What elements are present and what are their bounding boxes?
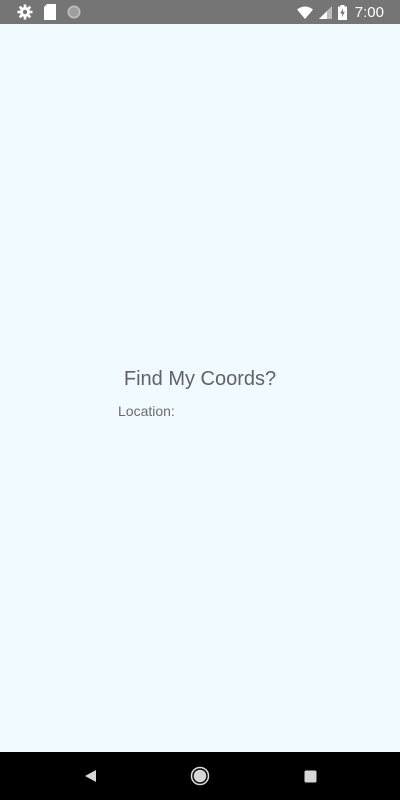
status-right-icons: 7:00 xyxy=(296,0,384,24)
sd-card-icon xyxy=(44,4,56,20)
location-label: Location: xyxy=(118,403,175,419)
recents-icon xyxy=(304,770,317,783)
home-button[interactable] xyxy=(190,766,210,786)
sync-circle-icon xyxy=(67,5,81,19)
back-button[interactable] xyxy=(80,766,100,786)
cell-signal-icon xyxy=(318,5,332,19)
navigation-bar xyxy=(0,752,400,800)
recents-button[interactable] xyxy=(300,766,320,786)
status-left-icons xyxy=(17,4,81,20)
battery-charging-icon xyxy=(337,4,347,20)
status-bar: 7:00 xyxy=(0,0,400,24)
home-icon xyxy=(190,766,210,786)
screen: 7:00 Find My Coords? Location: xyxy=(0,0,400,800)
gear-icon xyxy=(17,4,33,20)
back-icon xyxy=(83,769,97,783)
status-time: 7:00 xyxy=(354,3,384,21)
page-title: Find My Coords? xyxy=(123,368,277,390)
wifi-icon xyxy=(296,6,313,19)
